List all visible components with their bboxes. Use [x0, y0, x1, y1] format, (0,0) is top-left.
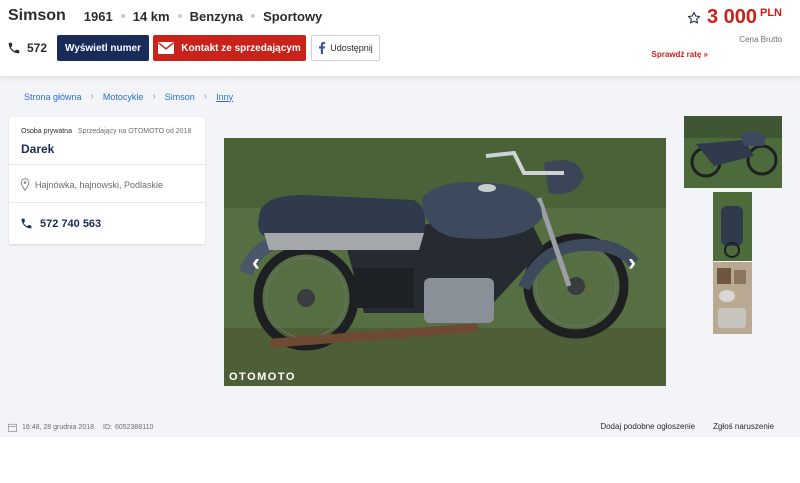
phone-short[interactable]: 572 — [7, 41, 57, 55]
price-value: 3 000 — [706, 6, 757, 28]
param-type: Sportowy — [263, 8, 323, 24]
gallery-next-button[interactable]: › — [622, 249, 642, 276]
breadcrumb-motorcycles[interactable]: Motocykle — [103, 92, 144, 102]
price-line: 3 000 PLN — [687, 6, 782, 29]
main-content: Strona główna › Motocykle › Simson › Inn… — [0, 76, 800, 437]
action-row: 572 Wyświetl numer Kontakt ze sprzedając… — [7, 35, 380, 61]
listing-title: Simson — [8, 7, 66, 24]
star-icon[interactable] — [687, 11, 701, 25]
seller-type: Osoba prywatna — [21, 128, 72, 135]
chevron-right-icon: › — [90, 91, 94, 102]
seller-location[interactable]: Hajnówka, hajnowski, Podlaskie — [20, 178, 163, 191]
show-number-label: Wyświetl numer — [65, 42, 141, 54]
divider — [9, 164, 205, 165]
divider — [9, 202, 205, 203]
seller-since: Sprzedający na OTOMOTO od 2018 — [78, 128, 192, 135]
facebook-icon — [319, 42, 326, 54]
price-box: 3 000 PLN Cena Brutto Sprawdź ratę » — [652, 6, 782, 59]
thumbnail-image — [713, 262, 752, 334]
seller-name[interactable]: Darek — [21, 142, 54, 156]
chevron-right-icon: › — [203, 91, 208, 102]
param-fuel: Benzyna — [189, 8, 244, 24]
thumbnail-image — [684, 116, 782, 188]
breadcrumb-other[interactable]: Inny — [216, 92, 233, 102]
price-note: Cena Brutto — [739, 35, 782, 44]
seller-phone[interactable]: 572 740 563 — [20, 217, 101, 230]
chevron-right-icon: › — [152, 91, 156, 102]
seller-location-text: Hajnówka, hajnowski, Podlaskie — [35, 179, 164, 190]
listing-header: Simson 1961 14 km Benzyna Sportowy 572 W… — [0, 0, 800, 76]
listing-meta: 16:48, 28 grudnia 2018 ID: 6052388110 — [8, 423, 153, 432]
gallery-thumbnail[interactable] — [684, 116, 782, 188]
contact-seller-button[interactable]: Kontakt ze sprzedającym — [153, 35, 306, 61]
show-number-button[interactable]: Wyświetl numer — [57, 35, 149, 61]
listing-date: 16:48, 28 grudnia 2018 — [22, 424, 95, 431]
gallery-thumbnail[interactable] — [713, 262, 752, 334]
gallery-thumbnail[interactable] — [713, 192, 752, 261]
title-row: Simson 1961 14 km Benzyna Sportowy — [8, 7, 322, 25]
phone-icon — [21, 218, 32, 229]
add-similar-link[interactable]: Dodaj podobne ogłoszenie — [600, 422, 695, 431]
check-rate-link[interactable]: Sprawdź ratę » — [652, 50, 708, 59]
calendar-icon — [8, 423, 17, 432]
phone-short-text: 572 — [27, 41, 48, 55]
photo-watermark: OTOMOTO — [229, 371, 296, 383]
contact-seller-label: Kontakt ze sprzedającym — [181, 42, 301, 54]
breadcrumb-home[interactable]: Strona główna — [24, 92, 82, 102]
gallery-prev-button[interactable]: ‹ — [246, 249, 266, 276]
listing-id-value: 6052388110 — [114, 424, 154, 431]
separator-dot — [251, 14, 256, 18]
motorcycle-photo — [224, 138, 666, 386]
envelope-icon — [158, 42, 175, 54]
param-year: 1961 — [83, 8, 113, 24]
separator-dot — [120, 14, 125, 18]
param-mileage: 14 km — [132, 8, 170, 24]
breadcrumb-simson[interactable]: Simson — [165, 92, 195, 102]
main-photo[interactable]: ‹ › OTOMOTO — [224, 138, 666, 386]
thumbnail-image — [713, 192, 752, 261]
phone-icon — [8, 42, 20, 54]
share-label: Udostępnij — [330, 43, 373, 53]
breadcrumb: Strona główna › Motocykle › Simson › Inn… — [24, 91, 233, 102]
seller-card: Osoba prywatna Sprzedający na OTOMOTO od… — [9, 117, 205, 244]
report-link[interactable]: Zgłoś naruszenie — [713, 422, 774, 431]
share-button[interactable]: Udostępnij — [311, 35, 380, 61]
seller-phone-text: 572 740 563 — [40, 217, 102, 230]
price-currency: PLN — [760, 6, 782, 19]
separator-dot — [177, 14, 182, 18]
footer-links: Dodaj podobne ogłoszenie Zgłoś naruszeni… — [582, 422, 774, 431]
listing-id-label: ID: — [103, 424, 112, 431]
location-pin-icon — [20, 178, 30, 191]
page-bottom — [0, 437, 800, 483]
